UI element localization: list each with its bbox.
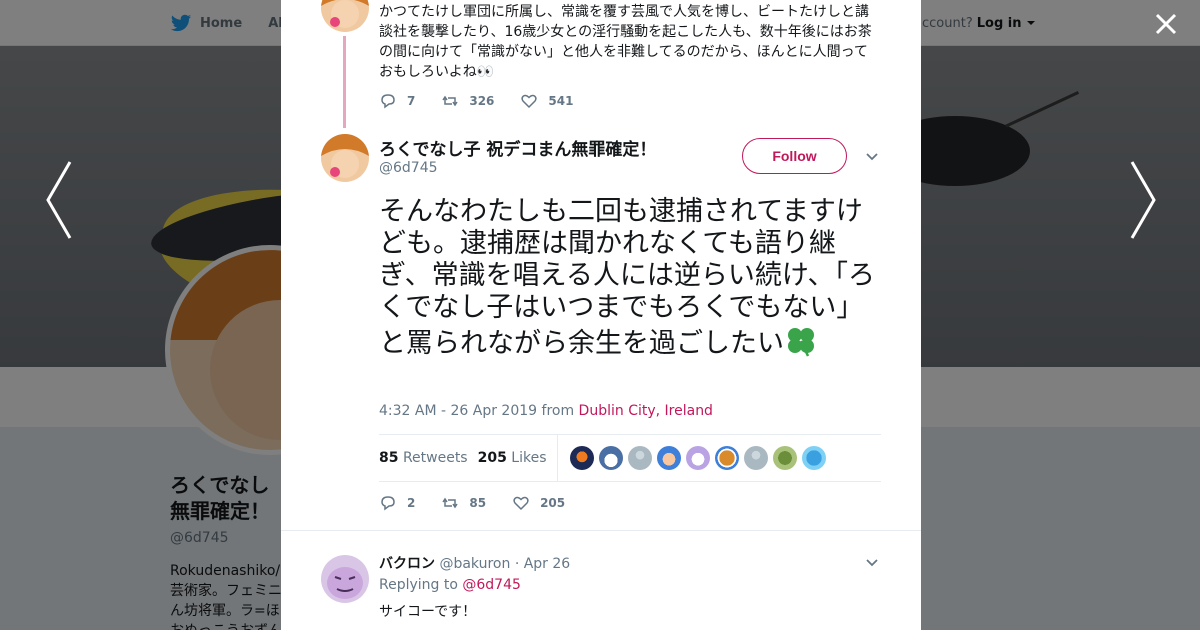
- retweets-stat-count: 85: [379, 450, 399, 466]
- replying-to-label: Replying to: [379, 577, 458, 593]
- close-icon[interactable]: [1154, 12, 1178, 36]
- retweet-count: 326: [469, 94, 495, 108]
- avatar[interactable]: [714, 446, 739, 470]
- tweet-modal: かつてたけし軍団に所属し、常識を覆す芸風で人気を博し、ビートたけしと講談社を襲撃…: [281, 0, 921, 630]
- reply-display-name[interactable]: バクロン: [379, 556, 435, 572]
- previous-tweet-text: かつてたけし軍団に所属し、常識を覆す芸風で人気を博し、ビートたけしと講談社を襲撃…: [379, 4, 872, 80]
- reply-count: 7: [407, 94, 416, 108]
- avatar[interactable]: [743, 446, 768, 470]
- avatar[interactable]: [685, 446, 710, 470]
- follow-button[interactable]: Follow: [742, 138, 847, 174]
- arrow-left-icon[interactable]: [44, 160, 74, 240]
- avatar[interactable]: [321, 134, 369, 182]
- chevron-down-icon[interactable]: [865, 556, 879, 570]
- avatar[interactable]: [569, 446, 594, 470]
- clover-icon: [788, 328, 814, 357]
- retweet-icon: [442, 497, 458, 509]
- like-button[interactable]: 541: [520, 92, 573, 110]
- stats-divider: [556, 434, 558, 482]
- tweet-timestamp[interactable]: 4:32 AM - 26 Apr 2019 from: [379, 403, 574, 419]
- reply-handle[interactable]: @bakuron: [439, 556, 510, 572]
- thread-line: [343, 36, 346, 128]
- retweet-count: 85: [469, 496, 487, 510]
- avatar[interactable]: [656, 446, 681, 470]
- replying-to: Replying to @6d745: [379, 577, 521, 593]
- tweet-handle[interactable]: @6d745: [379, 160, 438, 176]
- divider: [281, 530, 921, 531]
- like-count: 541: [548, 94, 574, 108]
- replying-to-link[interactable]: @6d745: [462, 577, 521, 593]
- retweet-button[interactable]: 85: [441, 494, 486, 512]
- likes-stat-count: 205: [477, 450, 507, 466]
- tweet-location-link[interactable]: Dublin City, Ireland: [579, 403, 713, 419]
- like-icon: [513, 496, 529, 511]
- likes-stat[interactable]: 205 Likes: [478, 450, 547, 466]
- tweet-stats: 85 Retweets 205 Likes: [379, 434, 881, 482]
- reply-count: 2: [407, 496, 416, 510]
- retweet-icon: [442, 95, 458, 107]
- previous-tweet-actions: 7 326 541: [379, 92, 599, 110]
- tweet-metadata: 4:32 AM - 26 Apr 2019 from Dublin City, …: [379, 403, 713, 419]
- avatar[interactable]: [627, 446, 652, 470]
- like-button[interactable]: 205: [512, 494, 565, 512]
- reply-text: サイコーです！: [379, 604, 477, 620]
- reply-date[interactable]: · Apr 26: [515, 556, 570, 572]
- like-icon: [521, 94, 538, 109]
- reply-button[interactable]: 7: [379, 92, 415, 110]
- retweets-stat[interactable]: 85 Retweets: [379, 450, 468, 466]
- reply-icon: [381, 496, 395, 511]
- avatar[interactable]: [321, 0, 369, 32]
- reply-header: バクロン @bakuron · Apr 26: [379, 553, 570, 573]
- avatar[interactable]: [801, 446, 826, 470]
- like-count: 205: [540, 496, 566, 510]
- arrow-right-icon[interactable]: [1128, 160, 1158, 240]
- avatar[interactable]: [321, 555, 369, 603]
- likes-stat-label: Likes: [511, 450, 547, 466]
- retweets-stat-label: Retweets: [402, 450, 468, 466]
- reply-button[interactable]: 2: [379, 494, 415, 512]
- tweet-actions: 2 85 205: [379, 494, 591, 512]
- tweet-text: そんなわたしも二回も逮捕されてますけども。逮捕歴は聞かれなくても語り継ぎ、常識を…: [379, 196, 885, 360]
- avatar[interactable]: [772, 446, 797, 470]
- avatar[interactable]: [598, 446, 623, 470]
- tweet-display-name[interactable]: ろくでなし子 祝デコまん無罪確定！: [379, 135, 656, 160]
- retweet-button[interactable]: 326: [441, 92, 494, 110]
- chevron-down-icon[interactable]: [865, 150, 879, 164]
- likers-avatars: [569, 446, 826, 470]
- reply-icon: [381, 94, 395, 109]
